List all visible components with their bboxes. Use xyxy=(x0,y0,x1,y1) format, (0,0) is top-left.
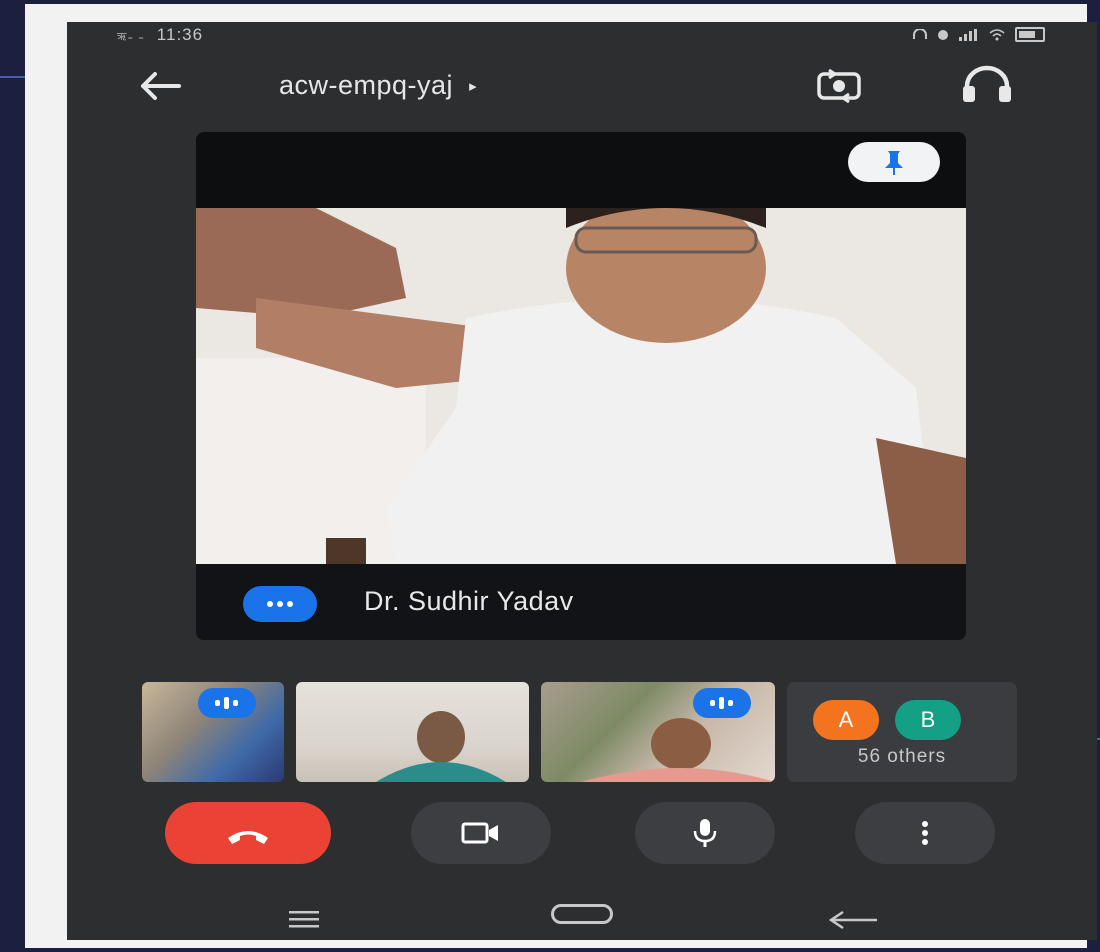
avatar: B xyxy=(895,700,961,740)
camera-icon xyxy=(461,822,498,844)
microphone-toggle-button[interactable] xyxy=(635,802,775,864)
pin-button[interactable] xyxy=(848,142,940,182)
end-call-icon xyxy=(228,831,268,844)
participant-thumbnail[interactable] xyxy=(142,682,284,782)
status-bar: ऋ₌ ₌ 11:36 xyxy=(67,22,1097,48)
others-count-label: 56 others xyxy=(857,746,947,767)
participant-thumbnail[interactable] xyxy=(296,682,529,782)
signal-icon xyxy=(959,28,977,41)
participant-video-image xyxy=(196,208,966,564)
participant-thumbnail[interactable] xyxy=(541,682,775,782)
clock: 11:36 xyxy=(156,25,204,44)
speaker-name: Dr. Sudhir Yadav xyxy=(364,586,574,616)
avatar: A xyxy=(813,700,879,740)
meeting-code-button[interactable]: acw-empq-yaj ▸ xyxy=(279,70,477,101)
speaking-icon xyxy=(267,601,293,607)
more-vert-icon xyxy=(922,821,928,845)
switch-camera-button[interactable] xyxy=(813,64,865,106)
microphone-icon xyxy=(693,819,717,847)
status-left: ऋ₌ ₌ 11:36 xyxy=(117,25,203,45)
phone-screen: ऋ₌ ₌ 11:36 acw-empq-yaj ▸ Dr. Sudhir Yad… xyxy=(67,22,1097,940)
nav-recents-button[interactable] xyxy=(289,910,319,933)
camera-toggle-button[interactable] xyxy=(411,802,551,864)
wifi-icon xyxy=(989,28,1005,40)
signal-indicator: ऋ₌ ₌ xyxy=(117,31,146,43)
nav-back-button[interactable] xyxy=(827,910,879,935)
back-button[interactable] xyxy=(133,66,185,106)
end-call-button[interactable] xyxy=(165,802,331,864)
main-video-tile[interactable]: Dr. Sudhir Yadav xyxy=(196,132,966,640)
caret-right-icon: ▸ xyxy=(469,77,478,95)
status-right xyxy=(913,27,1045,42)
audio-output-button[interactable] xyxy=(957,64,1017,106)
menu-icon xyxy=(289,911,319,928)
switch-camera-icon xyxy=(817,68,861,104)
nav-back-icon xyxy=(828,910,877,930)
others-tile[interactable]: A B 56 others xyxy=(787,682,1017,782)
speaking-indicator xyxy=(198,688,256,718)
speaking-icon xyxy=(710,697,733,709)
meeting-code: acw-empq-yaj xyxy=(279,70,454,100)
participant-thumbnail-image xyxy=(376,711,506,782)
speaker-name-bar: Dr. Sudhir Yadav xyxy=(196,564,966,640)
participant-video xyxy=(196,208,966,564)
slide-frame: ऋ₌ ₌ 11:36 acw-empq-yaj ▸ Dr. Sudhir Yad… xyxy=(25,4,1097,948)
speaking-icon xyxy=(215,697,238,709)
speaking-indicator xyxy=(693,688,751,718)
headphones-icon xyxy=(963,65,1011,102)
app-bar: acw-empq-yaj ▸ xyxy=(67,62,1097,108)
home-icon[interactable] xyxy=(551,904,613,924)
speaking-indicator xyxy=(243,586,317,622)
back-arrow-icon xyxy=(141,72,181,100)
pin-icon xyxy=(885,151,903,175)
headset-icon xyxy=(913,28,927,39)
battery-icon xyxy=(1015,27,1045,42)
alarm-icon xyxy=(938,29,948,40)
more-options-button[interactable] xyxy=(855,802,995,864)
